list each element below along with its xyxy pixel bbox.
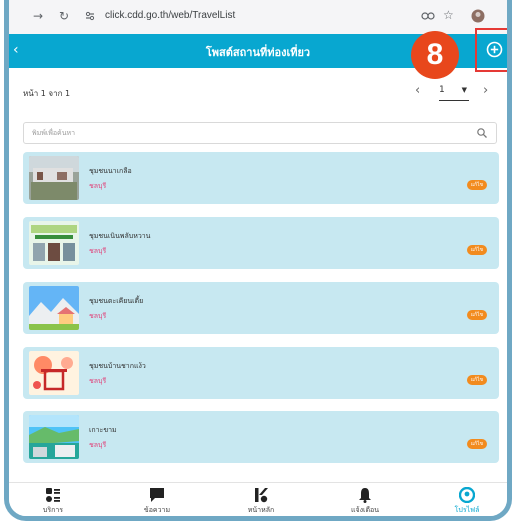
nav-profile[interactable]: โปรไฟล์ — [427, 487, 507, 516]
place-name: ชุมชนนาเกลือ — [89, 167, 132, 175]
nav-label: บริการ — [42, 506, 64, 514]
browser-address-bar: → ↻ click.cdd.go.th/web/TravelList ☆ — [9, 0, 507, 34]
edit-button[interactable]: แก้ไข — [467, 180, 487, 190]
nav-label: หน้าหลัก — [247, 506, 275, 514]
edit-button[interactable]: แก้ไข — [467, 439, 487, 449]
edit-button[interactable]: แก้ไข — [467, 310, 487, 320]
home-logo-icon — [255, 488, 268, 503]
nav-notifications[interactable]: แจ้งเตือน — [325, 487, 405, 516]
chevron-down-icon: ▼ — [461, 86, 467, 94]
edit-button[interactable]: แก้ไข — [467, 375, 487, 385]
search-input[interactable]: พิมพ์เพื่อค้นหา — [23, 122, 497, 144]
place-card[interactable]: ชุมชนตะเคียนเตี้ย ชลบุรี แก้ไข — [23, 282, 499, 334]
nav-services[interactable]: บริการ — [13, 487, 93, 516]
url-text[interactable]: click.cdd.go.th/web/TravelList — [105, 10, 235, 21]
add-button-highlight — [475, 28, 507, 72]
nav-label: แจ้งเตือน — [351, 506, 379, 514]
place-name: ชุมชนบ้านชากแง้ว — [89, 362, 146, 370]
place-thumbnail — [29, 351, 79, 395]
place-card[interactable]: ชุมชนเนินพลับหวาน ชลบุรี แก้ไข — [23, 217, 499, 269]
place-province: ชลบุรี — [89, 182, 107, 190]
bookmark-star-icon[interactable]: ☆ — [443, 8, 454, 22]
reload-icon[interactable]: ↻ — [59, 9, 69, 23]
phone-frame: → ↻ click.cdd.go.th/web/TravelList ☆ ‹ โ — [4, 0, 512, 521]
place-thumbnail — [29, 415, 79, 459]
forward-icon[interactable]: → — [33, 9, 43, 23]
place-province: ชลบุรี — [89, 312, 107, 320]
place-name: ชุมชนเนินพลับหวาน — [89, 232, 151, 240]
page-info: หน้า 1 จาก 1 — [23, 89, 71, 98]
place-thumbnail — [29, 156, 79, 200]
nav-label: ข้อความ — [143, 506, 171, 514]
place-thumbnail — [29, 286, 79, 330]
screen: → ↻ click.cdd.go.th/web/TravelList ☆ ‹ โ — [0, 0, 512, 521]
place-card[interactable]: ชุมชนนาเกลือ ชลบุรี แก้ไข — [23, 152, 499, 204]
place-card[interactable]: ชุมชนบ้านชากแง้ว ชลบุรี แก้ไข — [23, 347, 499, 399]
message-icon — [150, 488, 164, 502]
place-name: เกาะขาม — [89, 426, 117, 434]
place-card[interactable]: เกาะขาม ชลบุรี แก้ไข — [23, 411, 499, 463]
site-settings-icon[interactable] — [85, 11, 95, 21]
step-number-badge: 8 — [411, 31, 459, 79]
translate-icon[interactable] — [421, 10, 435, 22]
place-thumbnail — [29, 221, 79, 265]
place-province: ชลบุรี — [89, 441, 107, 449]
place-province: ชลบุรี — [89, 247, 107, 255]
place-province: ชลบุรี — [89, 377, 107, 385]
next-page-icon[interactable]: › — [483, 83, 488, 98]
services-icon — [46, 488, 60, 502]
search-placeholder: พิมพ์เพื่อค้นหา — [32, 129, 76, 137]
place-name: ชุมชนตะเคียนเตี้ย — [89, 297, 144, 305]
bell-icon — [359, 488, 371, 503]
edit-button[interactable]: แก้ไข — [467, 245, 487, 255]
browser-avatar-icon[interactable] — [471, 9, 485, 23]
profile-icon — [459, 487, 475, 503]
nav-home[interactable]: หน้าหลัก — [221, 487, 301, 516]
nav-label: โปรไฟล์ — [454, 506, 480, 514]
page-select-value: 1 — [439, 85, 445, 95]
pager: หน้า 1 จาก 1 ‹ 1 ▼ › — [9, 80, 507, 108]
page-select[interactable]: 1 ▼ — [439, 85, 469, 101]
nav-messages[interactable]: ข้อความ — [117, 487, 197, 516]
search-icon[interactable] — [476, 127, 488, 139]
prev-page-icon[interactable]: ‹ — [415, 83, 420, 98]
bottom-nav: บริการ ข้อความ หน้าหลัก แจ้งเตือน โปรไฟล… — [9, 482, 507, 516]
